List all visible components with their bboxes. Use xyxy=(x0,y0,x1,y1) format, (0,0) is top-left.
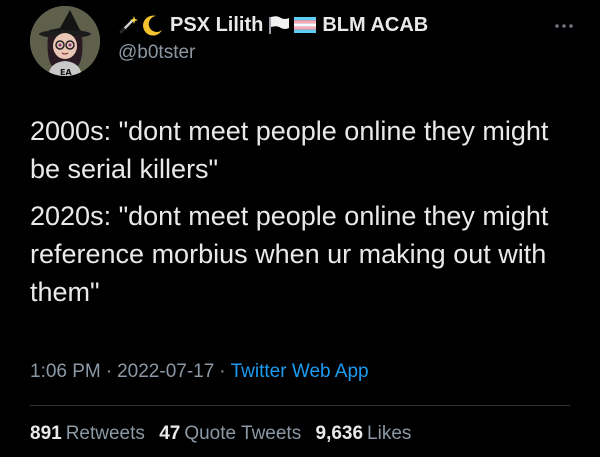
quote-tweets-count: 47 xyxy=(159,423,181,444)
avatar[interactable]: EA xyxy=(30,6,100,76)
user-handle[interactable]: @b0tster xyxy=(118,42,433,64)
retweets-stat[interactable]: 891 Retweets xyxy=(30,423,145,444)
likes-count: 9,636 xyxy=(315,423,364,444)
meta-separator: · xyxy=(105,361,113,382)
tweet-paragraph-1: 2000s: "dont meet people online they mig… xyxy=(30,116,549,185)
likes-stat[interactable]: 9,636 Likes xyxy=(316,423,412,444)
tweet-text: 2000s: "dont meet people online they mig… xyxy=(30,112,575,320)
transgender-flag-icon xyxy=(294,17,317,33)
meta-separator: · xyxy=(219,361,226,382)
display-name-suffix: BLM ACAB xyxy=(322,13,429,36)
svg-text:EA: EA xyxy=(60,68,72,76)
likes-label: Likes xyxy=(367,423,412,444)
display-name-row[interactable]: PSX Lilith BLM ACAB xyxy=(118,10,433,40)
tweet-source-link[interactable]: Twitter Web App xyxy=(231,361,369,382)
display-name: PSX Lilith xyxy=(170,13,264,36)
tweet-paragraph-2: 2020s: "dont meet people online they mig… xyxy=(30,200,549,308)
engagement-stats: 891 Retweets 47 Quote Tweets 9,636 Likes xyxy=(30,423,420,445)
magic-wand-icon xyxy=(118,15,138,35)
more-options-icon[interactable] xyxy=(554,16,574,34)
tweet: EA PSX Lilith BLM ACAB @b0tster 2000s: "… xyxy=(0,0,600,457)
avatar-image: EA xyxy=(30,6,100,76)
tweet-date[interactable]: 2022-07-17 xyxy=(117,361,214,382)
white-flag-icon xyxy=(268,15,290,35)
quote-tweets-stat[interactable]: 47 Quote Tweets xyxy=(159,423,301,444)
retweets-count: 891 xyxy=(30,423,62,444)
retweets-label: Retweets xyxy=(65,423,145,444)
divider xyxy=(30,405,570,406)
author-block: PSX Lilith BLM ACAB @b0tster xyxy=(118,10,433,64)
tweet-meta: 1:06 PM · 2022-07-17 · Twitter Web App xyxy=(30,361,369,383)
tweet-time[interactable]: 1:06 PM xyxy=(30,361,101,382)
crescent-moon-icon xyxy=(142,14,164,36)
quote-tweets-label: Quote Tweets xyxy=(184,423,302,444)
